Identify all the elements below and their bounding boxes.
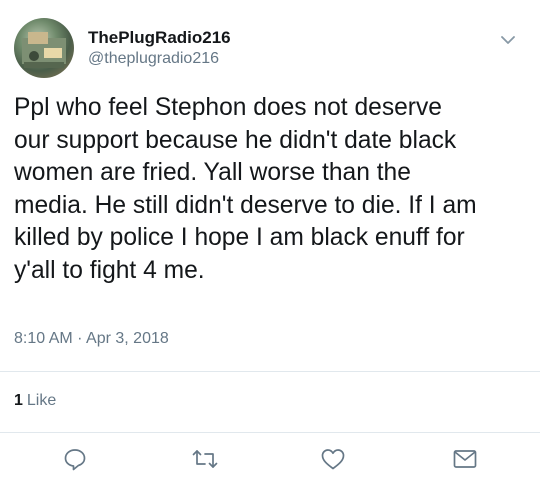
reply-icon [62, 446, 88, 477]
display-name[interactable]: ThePlugRadio216 [88, 28, 231, 48]
mail-icon [451, 446, 479, 477]
tweet-text: Ppl who feel Stephon does not deserve ou… [14, 94, 477, 284]
chevron-down-icon[interactable] [498, 30, 518, 50]
tweet-header: ThePlugRadio216 @theplugradio216 [14, 18, 526, 82]
like-count-number: 1 [14, 392, 23, 409]
divider [0, 371, 540, 372]
reply-button[interactable] [60, 446, 90, 476]
retweet-icon [191, 446, 219, 477]
user-handle[interactable]: @theplugradio216 [88, 48, 231, 70]
tweet-timestamp[interactable]: 8:10 AM · Apr 3, 2018 [14, 330, 169, 348]
like-button[interactable] [318, 446, 348, 476]
author-names: ThePlugRadio216 @theplugradio216 [88, 28, 231, 70]
action-bar [0, 446, 540, 482]
retweet-button[interactable] [190, 446, 220, 476]
avatar[interactable] [14, 18, 74, 78]
like-count[interactable]: 1 Like [14, 392, 56, 410]
like-count-label: Like [26, 392, 57, 409]
heart-icon [319, 446, 347, 477]
divider [0, 432, 540, 433]
share-button[interactable] [450, 446, 480, 476]
tweet-card: ThePlugRadio216 @theplugradio216 Ppl who… [0, 0, 540, 493]
